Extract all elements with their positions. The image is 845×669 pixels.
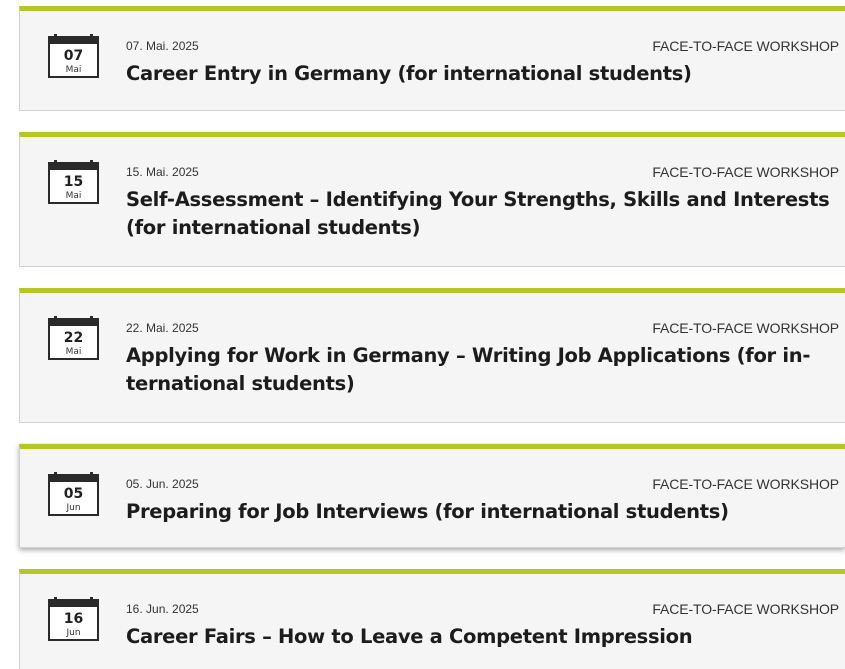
event-card[interactable]: 05 Jun 05. Jun. 2025 FACE-TO-FACE WORKSH…: [19, 444, 845, 548]
calendar-icon: 05 Jun: [48, 472, 99, 516]
event-title-link[interactable]: Career Entry in Germany (for internation…: [126, 60, 838, 88]
event-date: 15. Mai. 2025: [126, 165, 199, 179]
event-card[interactable]: 15 Mai 15. Mai. 2025 FACE-TO-FACE WORKSH…: [19, 132, 845, 267]
event-title-link[interactable]: Career Fairs – How to Leave a Competent …: [126, 623, 838, 651]
calendar-month: Jun: [66, 503, 81, 513]
event-type: FACE-TO-FACE WORKSHOP: [652, 320, 839, 336]
calendar-month: Mai: [65, 191, 82, 201]
event-card[interactable]: 16 Jun 16. Jun. 2025 FACE-TO-FACE WORKSH…: [19, 569, 845, 669]
event-list: 07 Mai 07. Mai. 2025 FACE-TO-FACE WORKSH…: [0, 0, 845, 669]
calendar-day: 05: [63, 486, 84, 502]
calendar-month: Mai: [65, 347, 82, 357]
event-type: FACE-TO-FACE WORKSHOP: [652, 476, 839, 492]
event-date: 16. Jun. 2025: [126, 602, 199, 616]
event-title-link[interactable]: Applying for Work in Germany – Writing J…: [126, 342, 838, 398]
calendar-day: 22: [63, 330, 84, 346]
event-date: 07. Mai. 2025: [126, 39, 199, 53]
event-title-link[interactable]: Preparing for Job Interviews (for intern…: [126, 498, 838, 526]
event-date: 22. Mai. 2025: [126, 321, 199, 335]
event-type: FACE-TO-FACE WORKSHOP: [652, 164, 839, 180]
calendar-day: 15: [63, 174, 84, 190]
event-title-link[interactable]: Self-Assessment – Identifying Your Stren…: [126, 186, 838, 242]
event-card[interactable]: 07 Mai 07. Mai. 2025 FACE-TO-FACE WORKSH…: [19, 6, 845, 111]
calendar-icon: 22 Mai: [48, 316, 99, 360]
calendar-icon: 16 Jun: [48, 597, 99, 641]
event-card[interactable]: 22 Mai 22. Mai. 2025 FACE-TO-FACE WORKSH…: [19, 288, 845, 423]
event-type: FACE-TO-FACE WORKSHOP: [652, 38, 839, 54]
calendar-day: 16: [63, 611, 84, 627]
calendar-month: Jun: [66, 628, 81, 638]
calendar-day: 07: [63, 48, 84, 64]
calendar-icon: 07 Mai: [48, 34, 99, 78]
calendar-month: Mai: [65, 65, 82, 75]
calendar-icon: 15 Mai: [48, 160, 99, 204]
event-date: 05. Jun. 2025: [126, 477, 199, 491]
event-type: FACE-TO-FACE WORKSHOP: [652, 601, 839, 617]
